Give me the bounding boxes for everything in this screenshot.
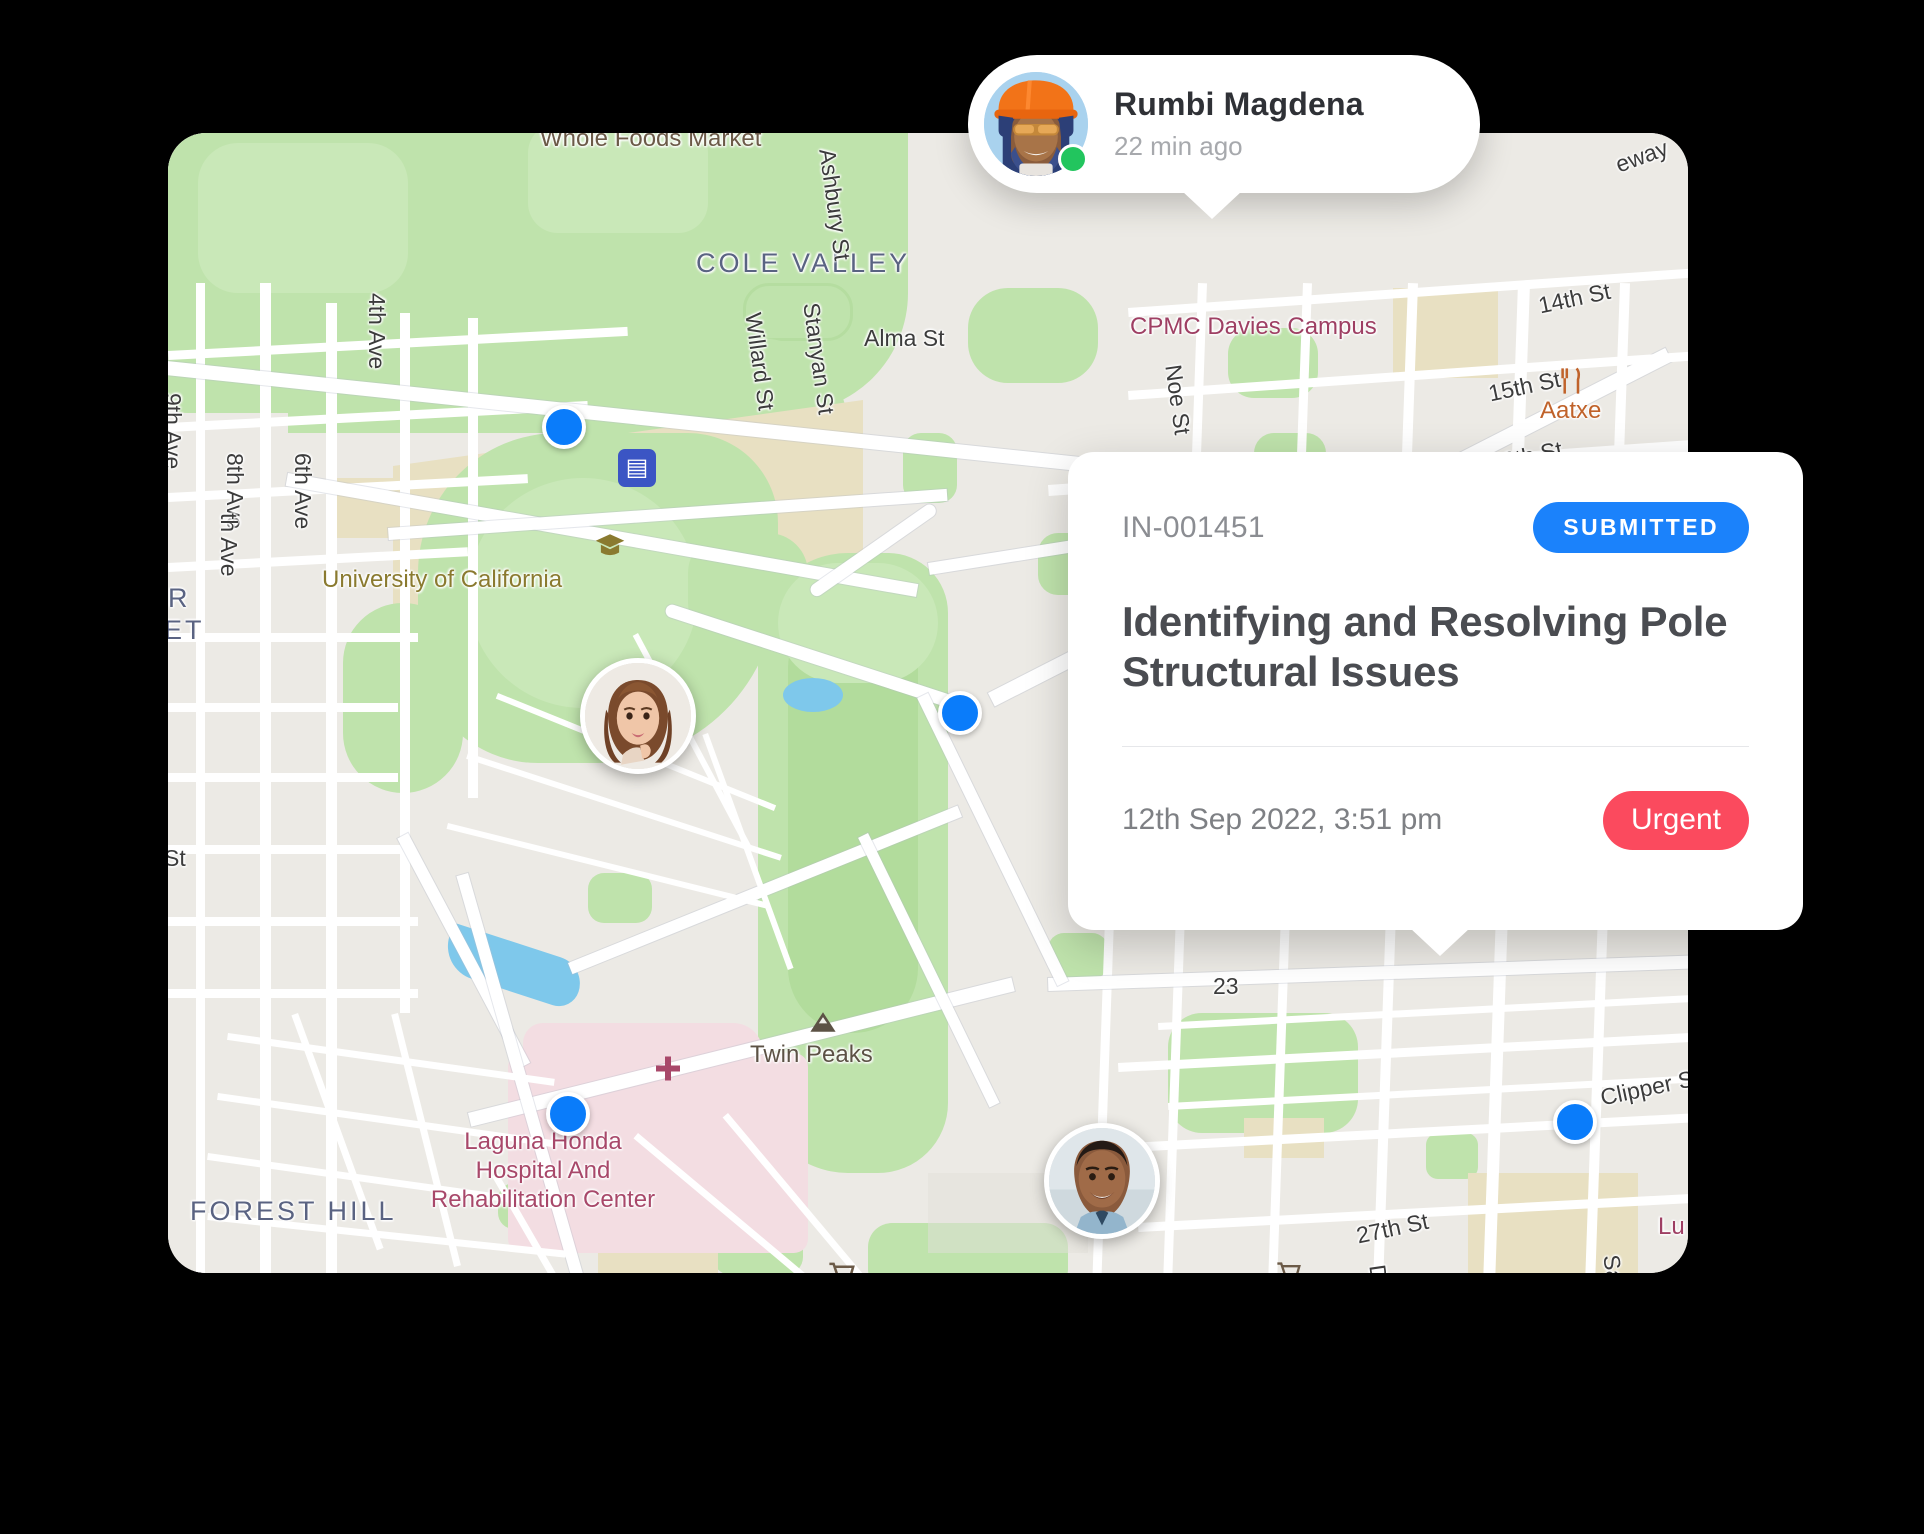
man-avatar-face — [1049, 1128, 1155, 1234]
map-label-church-st: Church St — [1671, 1255, 1688, 1273]
road-h-10 — [168, 989, 418, 998]
incident-title: Identifying and Resolving Pole Structura… — [1122, 598, 1728, 695]
location-marker-4[interactable] — [546, 1092, 590, 1136]
map-label-st-partial: St — [168, 845, 186, 871]
priority-badge[interactable]: Urgent — [1602, 791, 1749, 850]
map-label-alma-st: Alma St — [864, 325, 945, 351]
road-h-6 — [168, 703, 398, 712]
map-avatar-man[interactable] — [1044, 1123, 1160, 1239]
user-last-seen: 22 min ago — [1114, 131, 1243, 161]
location-marker-1[interactable] — [542, 405, 586, 449]
map-label-6th-ave: 6th Ave — [290, 453, 316, 530]
incident-detail-card[interactable]: IN-001451 SUBMITTED Identifying and Reso… — [1068, 452, 1803, 956]
location-marker-3[interactable] — [938, 691, 982, 735]
park-shape-a — [198, 143, 408, 293]
water-small-pond — [783, 678, 843, 712]
map-label-market-et-partial: ET — [168, 615, 205, 645]
transit-icon: ▤ — [618, 449, 656, 487]
road-h-7 — [168, 773, 398, 782]
detail-card-pointer — [1410, 928, 1470, 956]
user-name: Rumbi Magdena — [1114, 86, 1364, 122]
incident-id: IN-001451 — [1122, 510, 1265, 544]
map-label-4th-ave: 4th Ave — [364, 293, 390, 370]
map-label-cole-valley: COLE VALLEY — [696, 248, 911, 278]
map-label-aatxe: Aatxe — [1540, 397, 1602, 424]
map-label-th-ave-partial: th Ave — [216, 513, 242, 577]
map-label-twin-peaks: Twin Peaks — [750, 1041, 873, 1068]
woman-avatar-face — [585, 663, 691, 769]
map-label-laguna-honda: Laguna Honda Hospital And Rehabilitation… — [430, 1128, 656, 1213]
shopping-cart-icon — [829, 1262, 855, 1273]
map-label-cpmc-davies-campus: CPMC Davies Campus — [1130, 313, 1377, 340]
user-status-card[interactable]: Rumbi Magdena 22 min ago — [968, 55, 1480, 219]
screen-root: ▤ Whole Foods Market COLE VALLEY CPMC Da… — [0, 0, 1924, 1534]
graduation-cap-icon — [595, 534, 625, 556]
online-status-indicator — [1058, 144, 1088, 174]
map-label-university-of-california: University of California — [322, 566, 563, 593]
incident-footer-row: 12th Sep 2022, 3:51 pm Urgent — [1122, 791, 1749, 850]
road-v-5 — [468, 318, 478, 798]
divider — [1122, 746, 1749, 748]
mountain-icon — [810, 1012, 836, 1032]
map-label-lu-partial: Lu — [1658, 1213, 1685, 1240]
map-label-whole-foods-market: Whole Foods Market — [540, 133, 762, 152]
road-h-8 — [168, 845, 408, 854]
road-h-9 — [168, 917, 418, 926]
road-h-5 — [168, 633, 418, 642]
avatar — [984, 72, 1088, 176]
user-card-pointer — [1182, 191, 1242, 219]
map-label-market-r-partial: R — [168, 583, 191, 613]
status-badge[interactable]: SUBMITTED — [1533, 502, 1749, 553]
medical-cross-icon — [656, 1056, 680, 1081]
park-patch-6 — [588, 873, 652, 923]
map-label-9th-ave: 9th Ave — [168, 393, 186, 470]
park-patch-1 — [968, 288, 1098, 383]
incident-datetime: 12th Sep 2022, 3:51 pm — [1122, 803, 1443, 837]
map-avatar-woman[interactable] — [580, 658, 696, 774]
map-label-23-partial: 23 — [1213, 973, 1239, 999]
user-card-text: Rumbi Magdena 22 min ago — [1114, 86, 1364, 162]
shopping-cart-icon-2 — [1277, 1262, 1301, 1273]
map-label-forest-hill: FOREST HILL — [190, 1196, 397, 1226]
location-marker-5[interactable] — [1553, 1100, 1597, 1144]
incident-header-row: IN-001451 SUBMITTED — [1122, 502, 1749, 553]
